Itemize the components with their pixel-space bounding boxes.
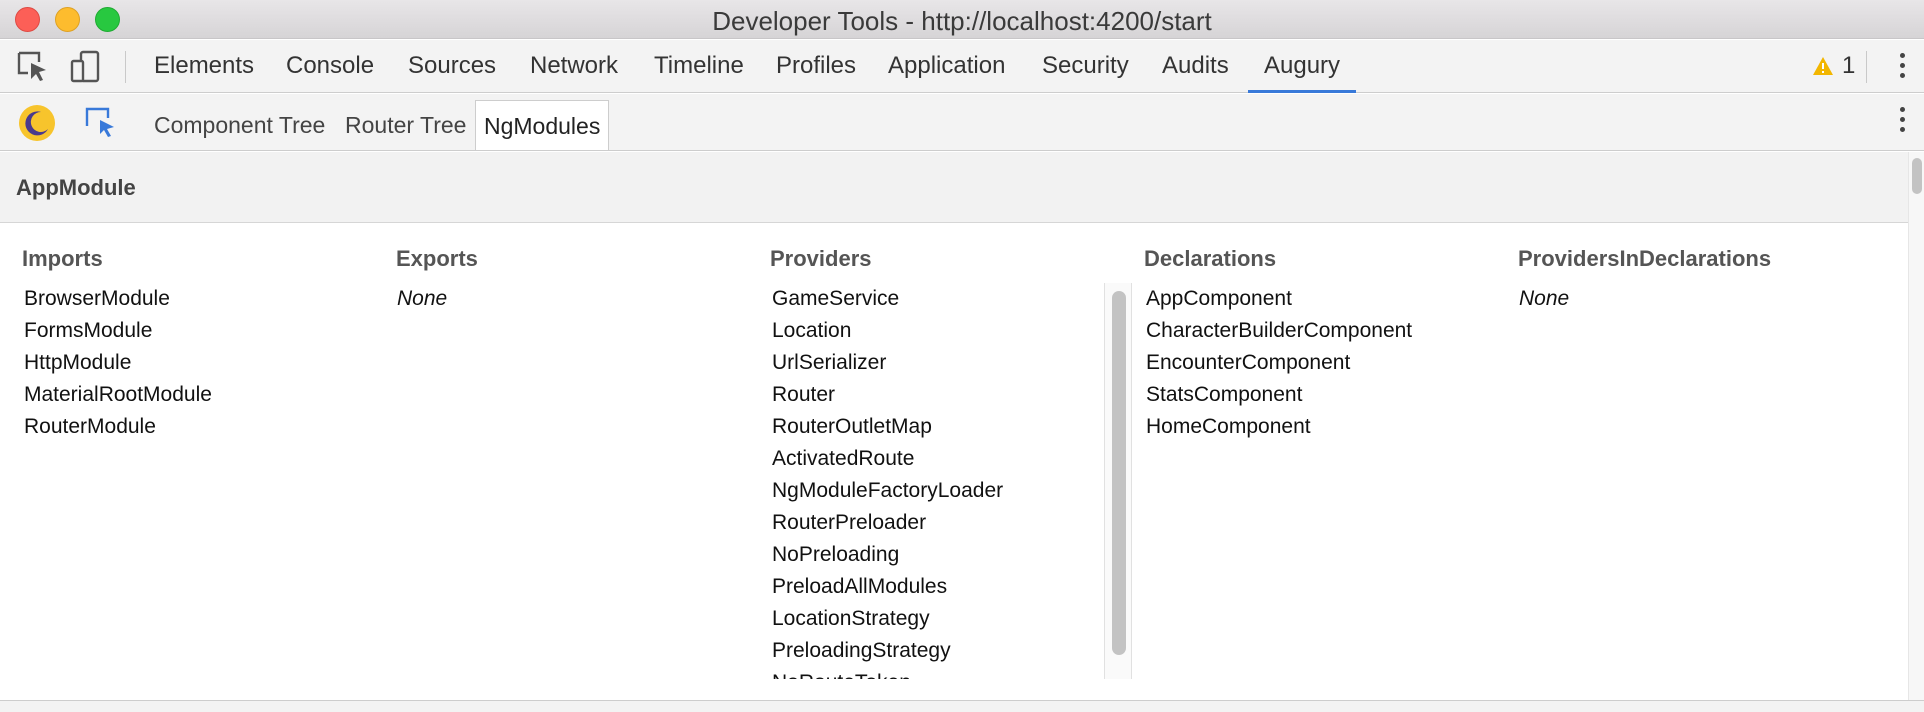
page-scrollbar-thumb[interactable] <box>1912 158 1922 194</box>
warning-triangle-icon <box>1813 57 1833 75</box>
exports-list: None <box>397 283 447 315</box>
list-item: StatsComponent <box>1146 383 1303 406</box>
list-item: Router <box>772 383 836 406</box>
declarations-list: AppComponent CharacterBuilderComponent E… <box>1146 283 1412 443</box>
list-item: MaterialRootModule <box>24 383 212 406</box>
list-item: GameService <box>772 287 900 310</box>
subtab-ngmodules[interactable]: NgModules <box>475 100 610 150</box>
declarations-header: Declarations <box>1144 246 1277 271</box>
list-item: Location <box>772 319 852 342</box>
tab-augury[interactable]: Augury <box>1248 40 1357 93</box>
list-item: HttpModule <box>24 351 132 374</box>
tab-console[interactable]: Console <box>270 40 390 93</box>
tab-audits[interactable]: Audits <box>1146 40 1245 93</box>
empty-value: None <box>397 287 448 310</box>
page-scrollbar[interactable] <box>1908 152 1924 700</box>
list-item: UrlSerializer <box>772 351 887 374</box>
providers-scroll-area[interactable]: GameService Location UrlSerializer Route… <box>770 283 1130 679</box>
augury-moon-logo-icon[interactable] <box>18 104 56 142</box>
list-item: NgModuleFactoryLoader <box>772 479 1004 502</box>
list-item: NoRouteToken <box>772 667 1130 679</box>
augury-menu-icon[interactable] <box>1898 107 1906 137</box>
inspect-element-icon[interactable] <box>15 49 51 85</box>
providers-header: Providers <box>770 246 872 271</box>
list-item: EncounterComponent <box>1146 351 1351 374</box>
providers-in-declarations-header: ProvidersInDeclarations <box>1518 246 1772 271</box>
window-title: Developer Tools - http://localhost:4200/… <box>712 6 1212 36</box>
subtab-component-tree[interactable]: Component Tree <box>146 100 333 150</box>
list-item: PreloadingStrategy <box>772 639 951 662</box>
tab-security[interactable]: Security <box>1026 40 1145 93</box>
augury-tab-bar: Component Tree Router Tree NgModules <box>0 94 1924 151</box>
tab-timeline[interactable]: Timeline <box>638 40 760 93</box>
list-item: RouterPreloader <box>772 511 927 534</box>
toolbar-divider <box>125 51 126 83</box>
providers-scrollbar-thumb[interactable] <box>1112 291 1126 655</box>
list-item: RouterModule <box>24 415 156 438</box>
providers-list: GameService Location UrlSerializer Route… <box>770 283 1130 679</box>
select-component-icon[interactable] <box>84 106 118 140</box>
module-name: AppModule <box>16 175 136 200</box>
list-item: NoPreloading <box>772 543 900 566</box>
list-item: LocationStrategy <box>772 607 930 630</box>
imports-list: BrowserModule FormsModule HttpModule Mat… <box>24 283 212 443</box>
list-item: PreloadAllModules <box>772 575 948 598</box>
empty-value: None <box>1519 287 1570 310</box>
warnings-counter[interactable]: 1 <box>1812 50 1855 82</box>
toolbar-divider-right <box>1866 51 1867 83</box>
tab-sources[interactable]: Sources <box>392 40 512 93</box>
providers-scrollbar[interactable] <box>1104 283 1132 679</box>
devtools-tab-bar: Elements Console Sources Network Timelin… <box>0 40 1924 93</box>
bottom-drawer-edge <box>0 700 1924 712</box>
list-item: ActivatedRoute <box>772 447 915 470</box>
warnings-count: 1 <box>1842 52 1856 79</box>
tab-application[interactable]: Application <box>872 40 1021 93</box>
devtools-menu-icon[interactable] <box>1898 53 1906 83</box>
list-item: CharacterBuilderComponent <box>1146 319 1413 342</box>
device-toolbar-icon[interactable] <box>68 49 104 85</box>
providers-in-declarations-list: None <box>1519 283 1569 315</box>
module-header: AppModule <box>0 152 1908 223</box>
subtab-router-tree[interactable]: Router Tree <box>337 100 474 150</box>
tab-network[interactable]: Network <box>514 40 634 93</box>
list-item: RouterOutletMap <box>772 415 932 438</box>
list-item: FormsModule <box>24 319 153 342</box>
list-item: HomeComponent <box>1146 415 1311 438</box>
list-item: BrowserModule <box>24 287 170 310</box>
exports-header: Exports <box>396 246 478 271</box>
tab-profiles[interactable]: Profiles <box>760 40 872 93</box>
tab-elements[interactable]: Elements <box>138 40 270 93</box>
window-titlebar: Developer Tools - http://localhost:4200/… <box>0 0 1924 39</box>
imports-header: Imports <box>22 246 103 271</box>
list-item: AppComponent <box>1146 287 1292 310</box>
